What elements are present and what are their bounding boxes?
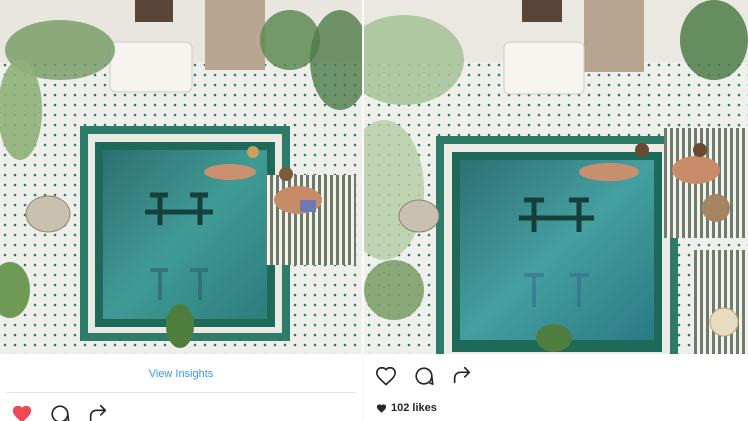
share-icon[interactable] [450, 364, 474, 388]
comment-icon[interactable] [412, 364, 436, 388]
heart-outline-icon[interactable] [374, 364, 398, 388]
share-icon[interactable] [86, 402, 110, 421]
heart-filled-icon[interactable] [10, 402, 34, 421]
divider-line [6, 392, 356, 393]
view-insights-link[interactable]: View Insights [0, 362, 362, 386]
likes-count[interactable]: 102 likes [376, 402, 437, 414]
left-post: View Insights [0, 0, 362, 421]
post-photo-pool-courtyard[interactable] [364, 0, 748, 354]
right-post: 102 likes [364, 0, 748, 421]
post-photo-pool-courtyard[interactable] [0, 0, 362, 354]
heart-small-icon [376, 403, 387, 414]
left-post-actions [10, 402, 110, 421]
right-post-actions [374, 364, 474, 388]
likes-label: 102 likes [391, 402, 437, 414]
comment-icon[interactable] [48, 402, 72, 421]
